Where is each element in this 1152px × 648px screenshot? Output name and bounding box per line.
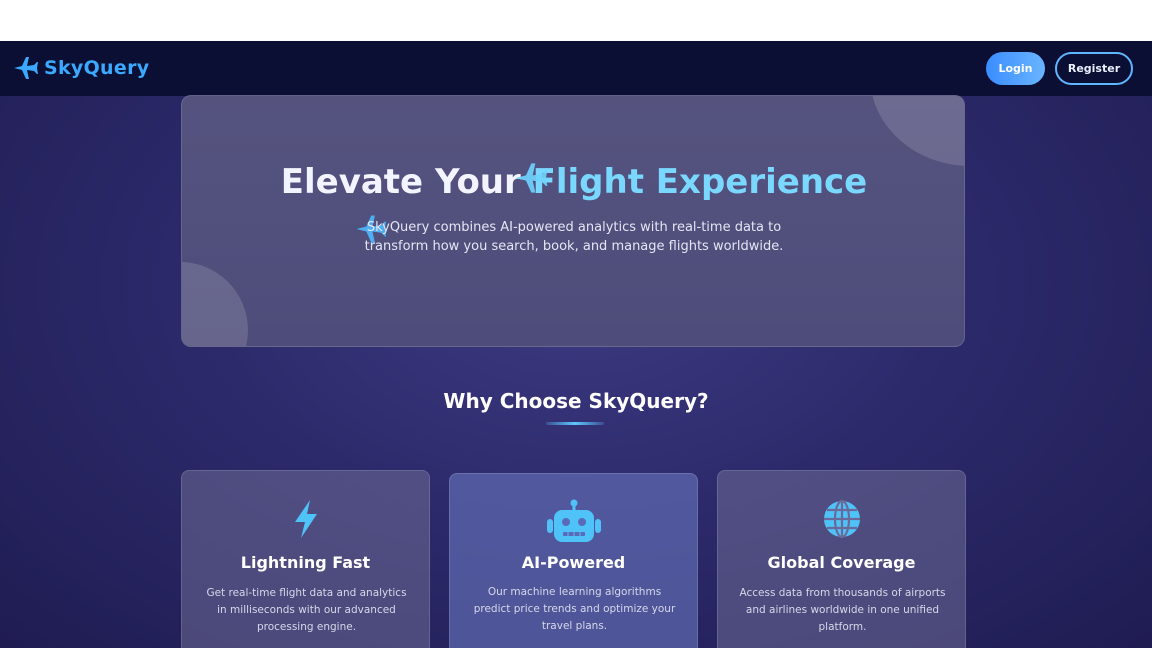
card-description: Our machine learning algorithms predict … (473, 586, 676, 632)
feature-card-lightning: Lightning Fast Get real-time flight data… (181, 470, 430, 648)
card-title: Global Coverage (767, 553, 916, 572)
feature-card-ai: AI-Powered Our machine learning algorith… (449, 473, 698, 648)
feature-card-global: Global Coverage Access data from thousan… (717, 470, 966, 648)
airplane-icon (14, 57, 38, 79)
hero-title: Elevate Your Flight Experience (182, 162, 964, 202)
navbar: SkyQuery Login Register (0, 41, 1152, 96)
robot-icon (546, 499, 601, 542)
floating-airplane-icon (515, 163, 548, 193)
globe-icon (823, 499, 860, 539)
section-title: Why Choose SkyQuery? (443, 389, 709, 413)
register-button[interactable]: Register (1055, 52, 1133, 85)
hero-subtitle: SkyQuery combines AI-powered analytics w… (364, 220, 784, 254)
card-title: AI-Powered (521, 553, 626, 572)
lightning-icon (294, 500, 317, 538)
hero-title-highlight: Flight Experience (532, 162, 868, 202)
card-title: Lightning Fast (240, 553, 371, 572)
page: SkyQuery Login Register Elevate Your Fli… (0, 41, 1152, 648)
hero-card: Elevate Your Flight Experience SkyQuery … (181, 95, 965, 347)
card-description: Access data from thousands of airports a… (739, 587, 946, 633)
brand-logo[interactable]: SkyQuery (12, 56, 149, 80)
decorative-circle (870, 96, 964, 166)
section-underline (546, 422, 604, 425)
top-blank-strip (0, 0, 1152, 41)
hero-title-part1: Elevate Your (280, 162, 533, 202)
login-button[interactable]: Login (986, 52, 1045, 85)
card-description: Get real-time flight data and analytics … (206, 587, 407, 633)
brand-name: SkyQuery (44, 57, 150, 79)
decorative-circle (182, 262, 248, 346)
